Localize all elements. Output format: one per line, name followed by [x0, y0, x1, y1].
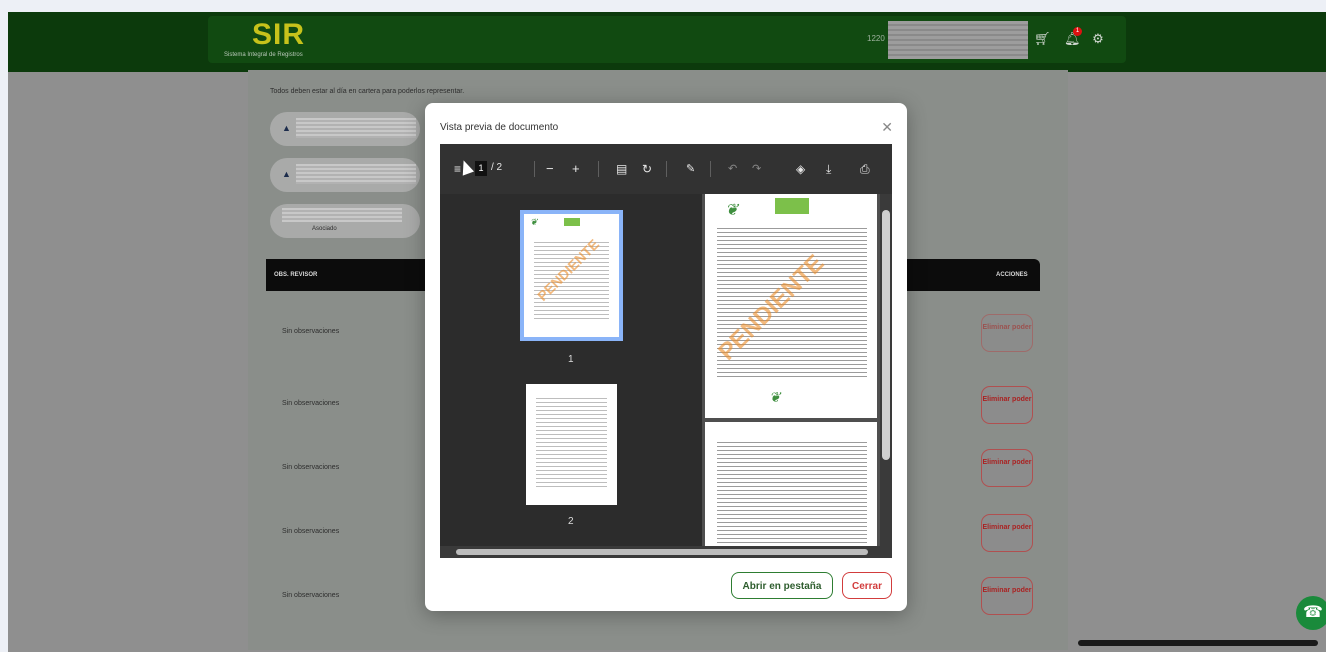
person-row: ▲	[270, 112, 420, 146]
page-thumbnail-2[interactable]	[526, 384, 617, 505]
rotate-icon[interactable]: ↻	[642, 160, 652, 178]
drive-save-icon[interactable]: ◈	[796, 160, 805, 178]
redo-icon[interactable]: ↷	[752, 160, 761, 178]
logo-tab	[564, 218, 580, 226]
horizontal-scroll-thumb[interactable]	[456, 549, 868, 555]
notification-badge: 1	[1073, 27, 1082, 36]
signature-logo: ❦	[769, 390, 781, 406]
pdf-viewer: ≡ 1 / 2 − + ▤ ↻ ✎ ↶ ↷ ◈ ⤓ ⎙ ❦ PENDIENTE	[440, 144, 892, 558]
app-logo[interactable]: SIR	[252, 18, 305, 52]
row-observation: Sin observaciones	[282, 400, 340, 407]
page-total: / 2	[491, 162, 503, 173]
bottom-widget	[1078, 640, 1318, 646]
page-thumbnail-1[interactable]: ❦ PENDIENTE	[520, 210, 623, 341]
document-preview-modal: Vista previa de documento ✕ ≡ 1 / 2 − + …	[425, 103, 907, 611]
delete-power-button[interactable]: Eliminar poder	[981, 449, 1033, 487]
top-bar-inner: SIR Sistema Integral de Registros 1220 🛒…	[208, 16, 1126, 63]
toolbar-divider	[534, 161, 535, 177]
notice-text: Todos deben estar al día en cartera para…	[270, 88, 465, 95]
modal-title: Vista previa de documento	[440, 122, 559, 133]
zoom-out-icon[interactable]: −	[546, 160, 554, 178]
whatsapp-icon[interactable]: ☎	[1296, 596, 1326, 630]
toolbar-divider	[598, 161, 599, 177]
cart-icon[interactable]: 🛒︎	[1034, 31, 1051, 47]
top-bar: SIR Sistema Integral de Registros 1220 🛒…	[8, 12, 1326, 72]
user-icon: ▲	[282, 123, 291, 133]
close-button[interactable]: Cerrar	[842, 572, 892, 599]
horizontal-scrollbar[interactable]	[440, 546, 880, 558]
delete-power-button[interactable]: Eliminar poder	[981, 386, 1033, 424]
logo-tab	[775, 198, 809, 214]
close-icon[interactable]: ✕	[881, 119, 893, 136]
header-obs: OBS. REVISOR	[274, 272, 318, 278]
row-observation: Sin observaciones	[282, 592, 340, 599]
user-id: 1220	[867, 34, 885, 43]
header-actions: ACCIONES	[996, 272, 1028, 278]
bell-icon[interactable]: 🔔︎ 1	[1064, 27, 1082, 47]
person-redacted	[296, 118, 416, 138]
print-icon[interactable]: ⎙	[860, 160, 870, 178]
thumbnail-label-1: 1	[568, 354, 574, 365]
open-in-tab-button[interactable]: Abrir en pestaña	[731, 572, 833, 599]
download-icon[interactable]: ⤓	[826, 160, 831, 178]
company-logo: ❦	[530, 218, 538, 228]
toolbar-divider	[710, 161, 711, 177]
annotate-icon[interactable]: ✎	[686, 160, 695, 178]
thumbnail-pane: ❦ PENDIENTE 1 2	[440, 194, 702, 546]
undo-icon[interactable]: ↶	[728, 160, 737, 178]
thumbnail-label-2: 2	[568, 516, 574, 527]
document-page-1: ❦ PENDIENTE ❦	[705, 194, 877, 418]
fit-page-icon[interactable]: ▤	[616, 160, 627, 178]
delete-power-button[interactable]: Eliminar poder	[981, 577, 1033, 615]
delete-power-button[interactable]: Eliminar poder	[981, 514, 1033, 552]
page-number-input[interactable]: 1	[475, 161, 487, 176]
person-redacted	[282, 208, 402, 222]
row-observation: Sin observaciones	[282, 528, 340, 535]
vertical-scrollbar[interactable]	[880, 194, 892, 558]
company-logo: ❦	[725, 200, 739, 219]
delete-power-button[interactable]: Eliminar poder	[981, 314, 1033, 352]
app-subtitle: Sistema Integral de Registros	[224, 52, 303, 58]
document-text	[717, 442, 867, 546]
document-page-2	[705, 422, 877, 546]
user-icon: ▲	[282, 169, 291, 179]
document-pane[interactable]: ❦ PENDIENTE ❦	[702, 194, 892, 546]
row-observation: Sin observaciones	[282, 464, 340, 471]
toolbar-divider	[666, 161, 667, 177]
person-redacted	[296, 164, 416, 184]
user-name-redacted	[888, 21, 1028, 59]
person-row: ▲	[270, 158, 420, 192]
pdf-toolbar: ≡ 1 / 2 − + ▤ ↻ ✎ ↶ ↷ ◈ ⤓ ⎙	[440, 144, 892, 194]
row-observation: Sin observaciones	[282, 328, 340, 335]
page-text-lines	[536, 398, 607, 487]
zoom-in-icon[interactable]: +	[572, 160, 580, 178]
vertical-scroll-thumb[interactable]	[882, 210, 890, 460]
person-role: Asociado	[312, 226, 337, 232]
person-row: Asociado	[270, 204, 420, 238]
gear-icon[interactable]: ⚙	[1090, 31, 1106, 47]
